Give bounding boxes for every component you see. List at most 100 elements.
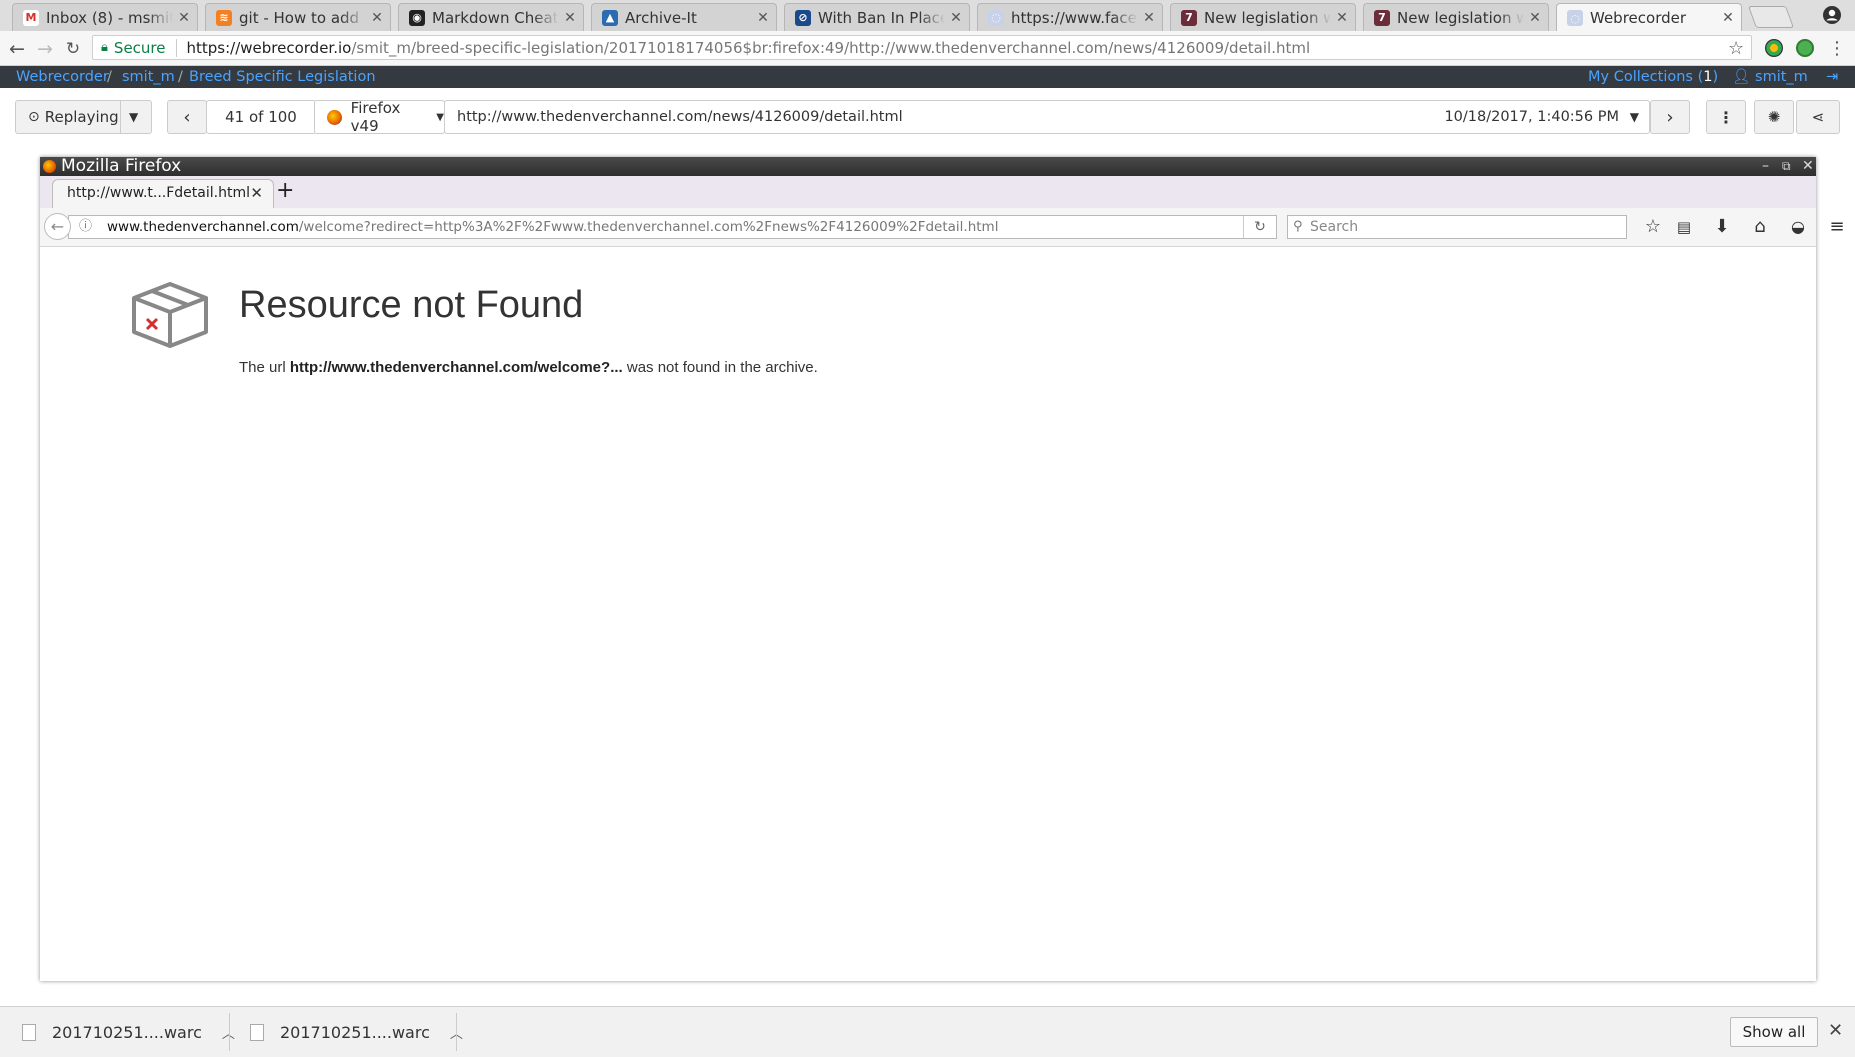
close-tab-icon[interactable]: ✕ (250, 180, 263, 206)
next-page-button[interactable]: › (1650, 100, 1690, 134)
capture-timestamp: 10/18/2017, 1:40:56 PM (1444, 109, 1619, 125)
search-placeholder: Search (1310, 219, 1359, 235)
tab-title: Inbox (8) - msmit21 (46, 8, 173, 27)
firefox-tab-title: http://www.t...Fdetail.html (67, 185, 250, 201)
forward-arrow-icon[interactable]: → (35, 39, 55, 59)
webrecorder-nav: Webrecorder / smit_m / Breed Specific Le… (0, 66, 1855, 88)
bug-icon: ✺ (1767, 108, 1781, 126)
bookmark-star-icon[interactable]: ☆ (1643, 217, 1663, 237)
my-collections-close: ) (1712, 69, 1719, 85)
close-shelf-icon[interactable]: ✕ (1828, 1020, 1843, 1041)
secure-label: Secure (114, 38, 177, 57)
error-message: The url http://www.thedenverchannel.com/… (239, 359, 818, 376)
extension-power-icon[interactable] (1796, 39, 1814, 57)
browser-tab[interactable]: ▲ Archive-It ✕ (591, 3, 777, 31)
timestamp-dropdown-icon[interactable]: ▼ (1630, 110, 1639, 124)
browser-tab[interactable]: ⊘ With Ban In Place, I✕ (784, 3, 970, 31)
browser-label: Firefox v49 (350, 99, 401, 135)
back-arrow-icon[interactable]: ← (7, 39, 27, 59)
extension-icon[interactable] (1765, 39, 1783, 57)
tab-title: New legislation wo (1397, 8, 1524, 27)
breadcrumb-collection[interactable]: Breed Specific Legislation (189, 66, 376, 88)
close-tab-icon[interactable]: ✕ (756, 10, 770, 26)
close-window-icon[interactable]: ✕ (1802, 157, 1814, 176)
tab-title: Webrecorder (1590, 9, 1687, 27)
browser-tab[interactable]: 7 New legislation wo ✕ (1170, 3, 1356, 31)
divider (456, 1013, 457, 1051)
archived-page-content: Resource not Found The url http://www.th… (40, 247, 1816, 981)
search-icon: ⚲ (1293, 219, 1303, 234)
home-icon[interactable]: ⌂ (1750, 217, 1770, 237)
chrome-menu-icon[interactable]: ⋮ (1827, 39, 1847, 59)
close-tab-icon[interactable]: ✕ (1142, 10, 1156, 26)
hamburger-menu-icon[interactable]: ≡ (1827, 217, 1847, 237)
mode-selector[interactable]: ⊙ Replaying ▼ (15, 100, 152, 134)
divider (229, 1013, 230, 1051)
more-options-button[interactable]: ⋮ (1706, 100, 1746, 134)
browser-tab[interactable]: ≋ git - How to add sc ✕ (205, 3, 391, 31)
download-arrow-icon[interactable]: ⬇ (1712, 217, 1732, 237)
tab-favicon-icon: ▲ (602, 9, 618, 26)
close-tab-icon[interactable]: ✕ (563, 10, 577, 26)
minimize-icon[interactable]: – (1762, 157, 1769, 176)
bookmark-star-icon[interactable]: ☆ (1728, 38, 1744, 59)
user-menu[interactable]: 👤︎ smit_m (1732, 66, 1808, 88)
lock-icon: 🔒︎ (101, 40, 108, 55)
firefox-back-icon[interactable]: ← (44, 213, 71, 240)
share-button[interactable]: ⋖ (1796, 100, 1840, 134)
download-filename: 201710251....warc (52, 1022, 202, 1042)
firefox-url-bar[interactable]: ⓘ www.thedenverchannel.com/welcome?redir… (68, 215, 1277, 239)
new-tab-button[interactable] (1747, 6, 1795, 28)
username: smit_m (1755, 69, 1808, 85)
replay-toolbar: ⊙ Replaying ▼ ‹ 41 of 100 Firefox v49 ▼ … (0, 88, 1855, 150)
my-collections-link[interactable]: My Collections (1) (1588, 66, 1718, 88)
show-all-button[interactable]: Show all (1730, 1017, 1818, 1047)
breadcrumb-separator: / (178, 69, 183, 85)
browser-tab[interactable]: 7 New legislation wo ✕ (1363, 3, 1549, 31)
close-tab-icon[interactable]: ✕ (1721, 10, 1735, 26)
file-icon (250, 1023, 264, 1041)
breadcrumb-home[interactable]: Webrecorder (16, 66, 109, 88)
close-tab-icon[interactable]: ✕ (1335, 10, 1349, 26)
browser-tab[interactable]: ◉ Markdown Cheatsh✕ (398, 3, 584, 31)
browser-tab[interactable]: ◌ Webrecorder ✕ (1556, 3, 1742, 32)
browser-tab[interactable]: ◌ https://www.faceb ✕ (977, 3, 1163, 31)
tab-title: Archive-It (625, 8, 697, 27)
pocket-icon[interactable]: ◒ (1788, 217, 1808, 237)
address-bar[interactable]: 🔒︎ Secure https://webrecorder.io/smit_m/… (92, 35, 1752, 60)
profile-icon[interactable] (1822, 5, 1842, 25)
download-item[interactable]: 201710251....warc ︿ (22, 1007, 235, 1057)
firefox-icon (43, 160, 56, 173)
chevron-down-icon[interactable]: ▼ (129, 110, 138, 124)
error-title: Resource not Found (239, 284, 584, 326)
my-collections-label: My Collections ( (1588, 69, 1704, 85)
firefox-title-bar: Mozilla Firefox – ⧉ ✕ (40, 157, 1816, 176)
reload-icon[interactable]: ↻ (63, 39, 83, 59)
close-tab-icon[interactable]: ✕ (370, 10, 384, 26)
bug-report-button[interactable]: ✺ (1754, 100, 1794, 134)
info-icon[interactable]: ⓘ (79, 216, 93, 238)
window-title: Mozilla Firefox (61, 156, 182, 176)
browser-tab[interactable]: M Inbox (8) - msmit21✕ (12, 3, 198, 31)
user-icon: 👤︎ (1732, 69, 1751, 85)
browser-selector[interactable]: Firefox v49 ▼ (314, 99, 445, 135)
logout-icon[interactable]: ⇥ (1826, 66, 1838, 88)
previous-page-button[interactable]: ‹ (167, 100, 207, 134)
firefox-tab[interactable]: http://www.t...Fdetail.html ✕ (52, 179, 274, 208)
bookmarks-menu-icon[interactable]: ▤ (1674, 217, 1694, 237)
close-tab-icon[interactable]: ✕ (949, 10, 963, 26)
firefox-search-field[interactable]: ⚲ Search (1287, 215, 1627, 239)
caret-down-icon: ▼ (436, 111, 444, 123)
close-tab-icon[interactable]: ✕ (1528, 10, 1542, 26)
close-tab-icon[interactable]: ✕ (177, 10, 191, 26)
tab-title: Markdown Cheatsh (432, 8, 559, 27)
missing-url: http://www.thedenverchannel.com/welcome?… (289, 359, 623, 376)
replay-url: http://www.thedenverchannel.com/news/412… (457, 109, 903, 125)
url-path: /smit_m/breed-specific-legislation/20171… (351, 38, 1311, 57)
breadcrumb-user[interactable]: smit_m (122, 66, 175, 88)
download-item[interactable]: 201710251....warc ︿ (250, 1007, 463, 1057)
maximize-icon[interactable]: ⧉ (1782, 157, 1791, 176)
firefox-reload-icon[interactable]: ↻ (1243, 216, 1276, 238)
replay-url-field[interactable]: http://www.thedenverchannel.com/news/412… (444, 100, 1650, 134)
new-tab-plus-icon[interactable]: + (276, 178, 294, 203)
